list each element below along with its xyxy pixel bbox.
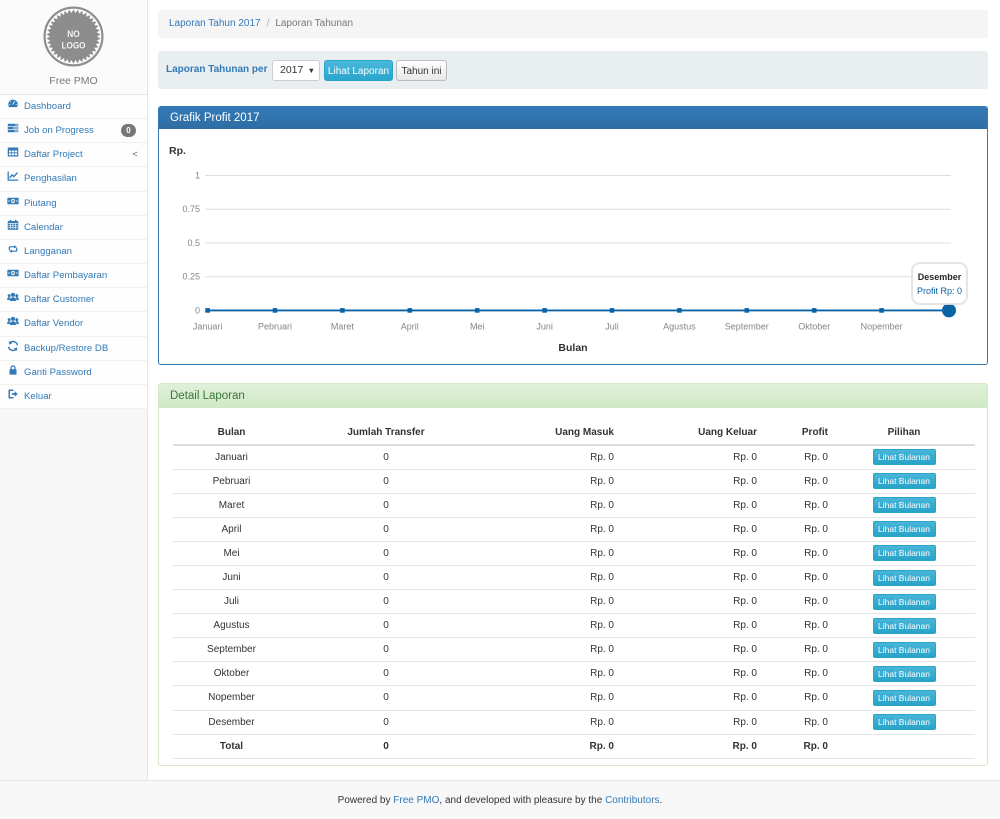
svg-text:Profit Rp: 0: Profit Rp: 0 — [917, 286, 962, 296]
svg-text:LOGO: LOGO — [62, 41, 86, 52]
svg-text:Bulan: Bulan — [558, 342, 587, 354]
svg-text:September: September — [725, 321, 769, 331]
svg-text:0: 0 — [195, 305, 200, 315]
svg-text:Mei: Mei — [470, 321, 485, 331]
svg-text:Maret: Maret — [331, 321, 355, 331]
svg-text:0.5: 0.5 — [187, 238, 200, 248]
svg-text:Rp.: Rp. — [169, 145, 186, 157]
svg-text:April: April — [401, 321, 419, 331]
svg-text:Juni: Juni — [536, 321, 553, 331]
svg-text:0.25: 0.25 — [182, 272, 200, 282]
svg-text:Desember: Desember — [918, 272, 962, 282]
svg-text:Pebruari: Pebruari — [258, 321, 292, 331]
svg-text:Oktober: Oktober — [798, 321, 830, 331]
svg-text:Agustus: Agustus — [663, 321, 696, 331]
svg-text:Juli: Juli — [605, 321, 619, 331]
svg-text:NO: NO — [67, 29, 80, 40]
svg-text:Januari: Januari — [193, 321, 223, 331]
svg-text:Nopember: Nopember — [861, 321, 903, 331]
svg-text:0.75: 0.75 — [182, 204, 200, 214]
svg-text:1: 1 — [195, 171, 200, 181]
